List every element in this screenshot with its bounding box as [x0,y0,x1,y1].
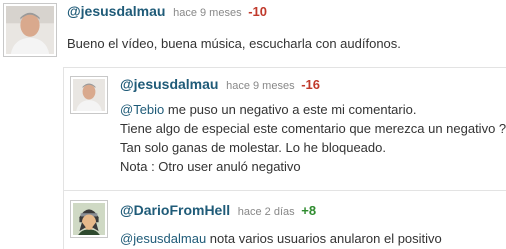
username-link[interactable]: @jesusdalmau [67,3,165,19]
avatar-photo-icon [73,79,105,111]
mention-link[interactable]: @jesusdalmau [120,231,206,246]
comment-text: nota varios usuarios anularon el positiv… [206,231,442,246]
divider [63,67,506,68]
username-link[interactable]: @DarioFromHell [120,202,230,218]
timestamp[interactable]: hace 9 meses [226,80,294,92]
comment-text-line: Tan solo ganas de molestar. Lo he bloque… [120,140,386,155]
comment-text: me puso un negativo a este mi comentario… [164,102,417,117]
vote-score: -16 [301,77,320,92]
avatar[interactable] [70,76,108,114]
avatar[interactable] [70,200,108,238]
comment-text: Bueno el vídeo, buena música, escucharla… [67,36,401,51]
comment-text-line: Nota : Otro user anuló negativo [120,159,301,174]
timestamp[interactable]: hace 2 días [238,206,295,218]
comment-text-line: @Tebio me puso un negativo a este mi com… [120,100,506,119]
mention-link[interactable]: @Tebio [120,102,164,117]
divider [63,190,506,191]
avatar-photo-icon [6,6,54,54]
vote-score: +8 [301,203,317,218]
comment-text-line: Tiene algo de especial este comentario q… [120,121,506,136]
reply-thread-line [63,67,64,249]
comment-text-line: @jesusdalmau nota varios usuarios anular… [120,229,442,248]
vote-score: -10 [248,4,267,19]
avatar[interactable] [3,3,57,57]
username-link[interactable]: @jesusdalmau [120,76,218,92]
avatar-cartoon-icon [73,203,105,235]
timestamp[interactable]: hace 9 meses [173,7,241,19]
